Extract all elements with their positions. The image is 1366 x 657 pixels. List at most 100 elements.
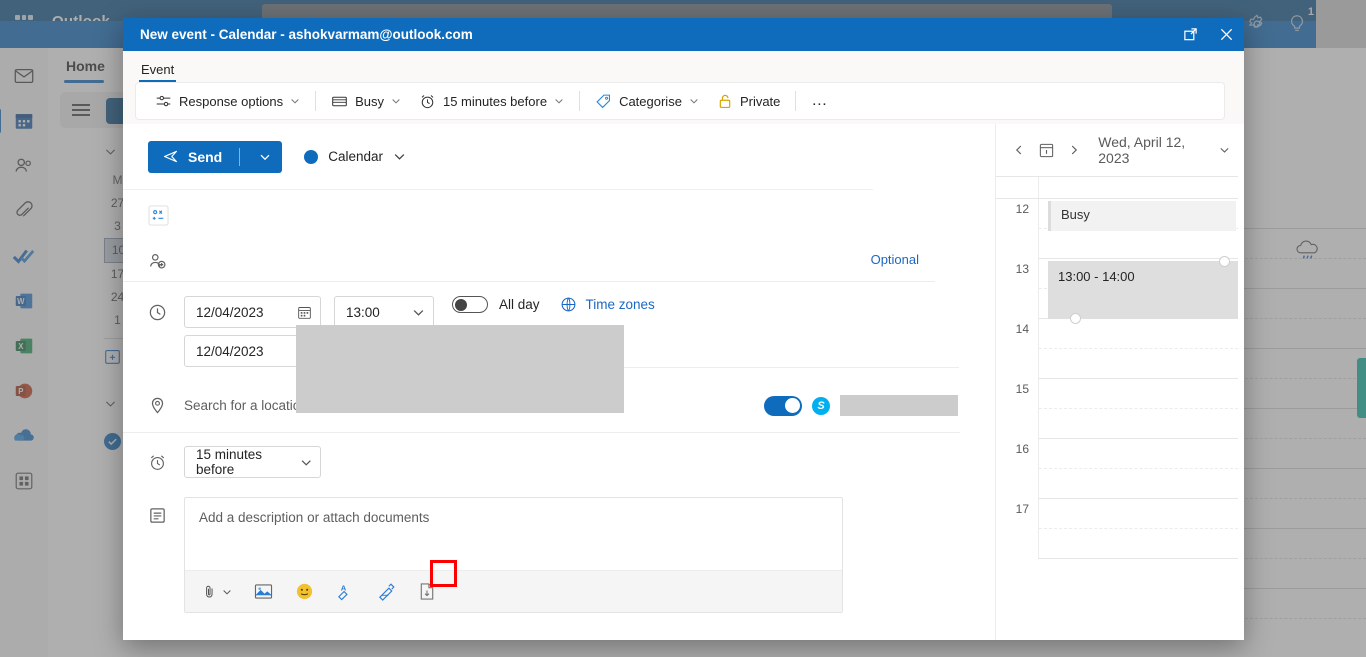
rail-item-calendar[interactable] — [0, 105, 40, 137]
preview-next-button[interactable] — [1065, 140, 1083, 160]
toolbar-busy[interactable]: Busy — [322, 86, 410, 116]
toolbar-private[interactable]: Private — [708, 86, 789, 116]
event-form: Send Calendar Optional 12/04/2023 13:00 … — [123, 124, 960, 640]
notification-badge: 1 — [1307, 6, 1314, 18]
preview-prev-button[interactable] — [1010, 140, 1028, 160]
preview-hour-row[interactable]: 17 — [996, 499, 1238, 559]
all-day-toggle-group[interactable]: All day — [452, 296, 540, 313]
optional-attendees-link[interactable]: Optional — [871, 252, 935, 267]
emoji-button[interactable] — [295, 582, 314, 601]
clock-icon — [149, 304, 166, 321]
attach-file-icon — [206, 585, 213, 598]
ink-button[interactable] — [377, 582, 396, 601]
preview-hour-label: 17 — [1015, 502, 1029, 516]
toolbar-label: 15 minutes before — [442, 93, 548, 109]
rail-item-more-apps[interactable] — [8, 465, 40, 497]
signature-button[interactable]: A — [336, 582, 355, 601]
rail-item-word[interactable]: W — [8, 285, 40, 317]
chevron-down-icon — [301, 459, 311, 466]
rail-item-onedrive[interactable] — [8, 420, 40, 452]
preview-hour-cell[interactable] — [1038, 379, 1238, 439]
attach-file-button[interactable] — [201, 583, 232, 600]
preview-selected-event-label: 13:00 - 14:00 — [1058, 269, 1135, 284]
preview-hour-row[interactable]: 14 — [996, 319, 1238, 379]
start-time-input[interactable]: 13:00 — [334, 296, 434, 328]
chevron-down-icon — [106, 149, 115, 155]
resize-handle-bottom[interactable] — [1070, 313, 1081, 324]
preview-partial-row — [996, 177, 1238, 199]
invite-attendees-icon — [150, 253, 166, 268]
tab-event[interactable]: Event — [135, 62, 180, 82]
location-pin-icon — [151, 397, 164, 414]
preview-hour-row[interactable]: 15 — [996, 379, 1238, 439]
reminder-icon-wrap — [148, 453, 184, 472]
preview-selected-event[interactable]: 13:00 - 14:00 — [1048, 256, 1238, 324]
preview-date-picker[interactable]: Wed, April 12, 2023 — [1098, 134, 1230, 166]
insert-picture-button[interactable] — [254, 583, 273, 600]
reminder-dropdown[interactable]: 15 minutes before — [184, 446, 321, 478]
rail-item-mail[interactable] — [8, 60, 40, 92]
send-button[interactable]: Send — [148, 140, 283, 173]
preview-today-button[interactable] — [1037, 140, 1055, 160]
checkbox-checked-icon[interactable] — [104, 433, 121, 450]
gear-icon[interactable] — [1246, 13, 1268, 35]
preview-hour-cell[interactable] — [1038, 499, 1238, 559]
toolbar-reminder[interactable]: 15 minutes before — [410, 86, 573, 116]
time-zones-button[interactable]: Time zones — [560, 296, 655, 313]
toolbar-categorise[interactable]: Categorise — [586, 86, 708, 116]
preview-hour-cell[interactable] — [1038, 319, 1238, 379]
preview-busy-event[interactable]: Busy — [1048, 201, 1236, 231]
location-icon-wrap — [148, 396, 184, 415]
signature-icon: A — [338, 584, 348, 601]
toolbar-response-options[interactable]: Response options — [146, 86, 309, 116]
end-row-spacer — [148, 335, 184, 338]
all-day-toggle[interactable] — [452, 296, 488, 313]
calendar-picker[interactable]: Calendar — [304, 149, 406, 164]
toolbar-label: Private — [739, 93, 781, 109]
dialog-title-bar: New event - Calendar - ashokvarmam@outlo… — [123, 18, 1244, 51]
rail-item-files[interactable] — [8, 195, 40, 227]
location-input[interactable]: Search for a location — [184, 398, 308, 413]
preview-hour-row[interactable]: 16 — [996, 439, 1238, 499]
description-toolbar: A — [185, 570, 842, 612]
close-button[interactable] — [1208, 18, 1244, 51]
ink-icon — [379, 583, 395, 601]
weather-rain-icon — [1296, 240, 1318, 259]
background-event-accent — [1357, 358, 1366, 418]
dialog-toolbar-wrapper: Response options Busy 15 minutes before — [123, 82, 1244, 144]
chevron-down-icon — [392, 99, 400, 104]
start-date-input[interactable]: 12/04/2023 — [184, 296, 321, 328]
chevron-down-icon — [223, 589, 231, 595]
description-input[interactable]: Add a description or attach documents — [185, 498, 842, 570]
lightbulb-icon[interactable] — [1286, 12, 1308, 36]
attendee-row[interactable]: Optional — [123, 237, 935, 282]
tab-home[interactable]: Home — [66, 58, 105, 74]
chevron-down-icon — [413, 309, 424, 316]
calendar-preview-panel: Wed, April 12, 2023 12 13 14 15 16 17 Bu… — [996, 124, 1244, 640]
rail-item-todo[interactable] — [8, 240, 40, 272]
add-calendar-icon — [105, 349, 120, 364]
chevron-down-icon — [291, 99, 299, 104]
top-right-redacted-block — [1316, 0, 1366, 48]
tag-icon — [596, 94, 611, 108]
rail-item-people[interactable] — [8, 150, 40, 182]
alarm-clock-icon — [421, 94, 434, 108]
word-icon: W — [15, 293, 33, 309]
hamburger-icon[interactable] — [72, 104, 90, 116]
toolbar-more-options[interactable]: … — [802, 86, 837, 116]
event-title-row[interactable] — [123, 190, 873, 237]
chevron-down-icon — [106, 401, 115, 407]
send-options-chevron[interactable] — [252, 151, 278, 163]
resize-handle-top[interactable] — [1219, 256, 1230, 267]
rail-item-excel[interactable]: X — [8, 330, 40, 362]
rail-item-powerpoint[interactable]: P — [8, 375, 40, 407]
description-row: Add a description or attach documents A — [123, 491, 873, 613]
chevron-down-icon — [260, 154, 270, 160]
skype-icon: S — [812, 396, 830, 415]
new-event-dialog: New event - Calendar - ashokvarmam@outlo… — [123, 18, 1244, 640]
chevron-down-icon — [1220, 147, 1229, 153]
preview-day-grid[interactable]: 12 13 14 15 16 17 Busy 13:00 - 14:00 — [996, 176, 1238, 559]
pop-out-button[interactable] — [1172, 18, 1208, 51]
online-meeting-toggle[interactable] — [764, 395, 802, 416]
preview-hour-cell[interactable] — [1038, 439, 1238, 499]
